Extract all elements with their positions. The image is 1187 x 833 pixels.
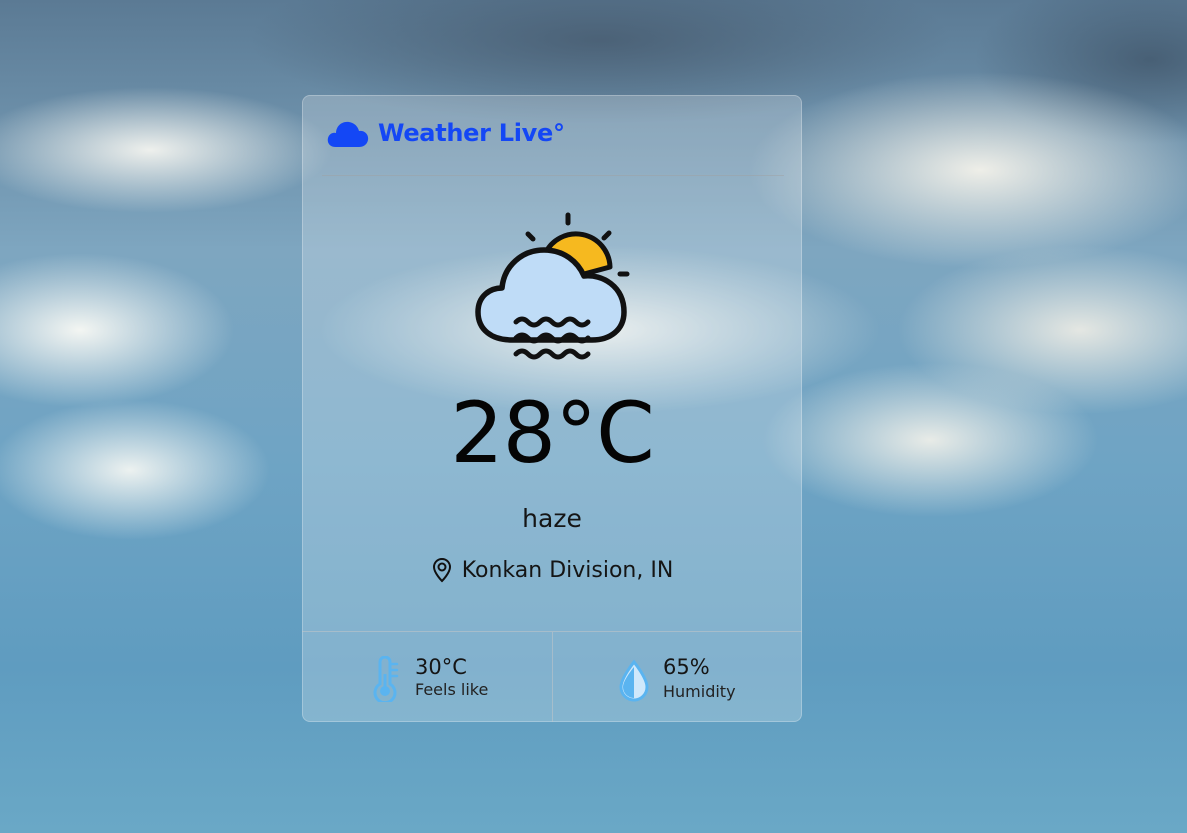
cloud-icon — [327, 121, 369, 147]
water-drop-icon — [619, 659, 649, 702]
location: Konkan Division, IN — [302, 557, 802, 583]
app-title: Weather Live° — [378, 119, 565, 147]
temperature: 28°C — [450, 384, 655, 482]
header-divider — [322, 175, 784, 176]
weather-stats: 30°C Feels like 65% Humidity — [302, 631, 802, 722]
map-pin-icon — [432, 557, 451, 583]
feels-like-stat: 30°C Feels like — [302, 632, 552, 722]
weather-card: Weather Live° 28°C haze Konkan Division,… — [302, 95, 802, 722]
humidity-value: 65% — [663, 655, 710, 679]
weather-condition: haze — [522, 504, 582, 533]
feels-like-value: 30°C — [415, 655, 467, 679]
feels-like-label: Feels like — [415, 680, 489, 699]
card-header: Weather Live° — [302, 95, 802, 175]
humidity-stat: 65% Humidity — [552, 632, 802, 722]
location-label: Konkan Division, IN — [461, 557, 674, 583]
thermometer-icon — [373, 656, 399, 702]
haze-sun-cloud-icon — [475, 212, 630, 360]
humidity-label: Humidity — [663, 682, 736, 701]
